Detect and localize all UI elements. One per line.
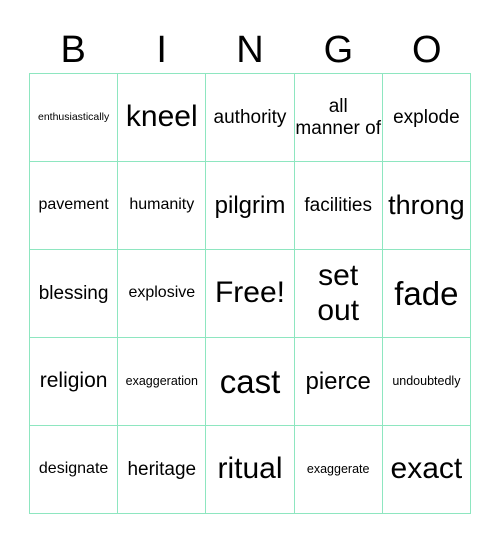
header-letter: N [236, 29, 264, 71]
bingo-cell[interactable]: heritage [118, 426, 207, 514]
bingo-header: B I N G O [29, 28, 471, 73]
bingo-cell[interactable]: authority [206, 74, 295, 162]
bingo-cell[interactable]: kneel [118, 74, 207, 162]
bingo-cell[interactable]: religion [30, 338, 119, 426]
header-letter: O [412, 29, 442, 71]
bingo-cell[interactable]: exaggerate [294, 426, 383, 514]
header-letter: B [60, 29, 86, 71]
bingo-cell[interactable]: all manner of [294, 74, 383, 162]
bingo-cell[interactable]: ritual [206, 426, 295, 514]
bingo-cell[interactable]: pierce [294, 338, 383, 426]
free-space-cell[interactable]: Free! [206, 250, 295, 338]
bingo-cell[interactable]: pavement [30, 162, 119, 250]
bingo-cell[interactable]: fade [382, 250, 471, 338]
bingo-cell[interactable]: cast [206, 338, 295, 426]
bingo-cell[interactable]: throng [382, 162, 471, 250]
bingo-cell[interactable]: undoubtedly [382, 338, 471, 426]
bingo-cell[interactable]: exaggeration [118, 338, 207, 426]
bingo-grid: enthusiastically kneel authority all manner… [29, 73, 471, 514]
bingo-cell[interactable]: explosive [118, 250, 207, 338]
header-letter: I [156, 29, 167, 71]
bingo-cell[interactable]: blessing [30, 250, 119, 338]
bingo-cell[interactable]: pilgrim [206, 162, 295, 250]
bingo-cell[interactable]: set out [294, 250, 383, 338]
bingo-cell[interactable]: humanity [118, 162, 207, 250]
bingo-cell[interactable]: enthusiastically [30, 74, 119, 162]
bingo-cell[interactable]: exact [382, 426, 471, 514]
header-letter: G [323, 29, 354, 71]
bingo-cell[interactable]: designate [30, 426, 119, 514]
bingo-cell[interactable]: explode [382, 74, 471, 162]
bingo-cell[interactable]: facilities [294, 162, 383, 250]
